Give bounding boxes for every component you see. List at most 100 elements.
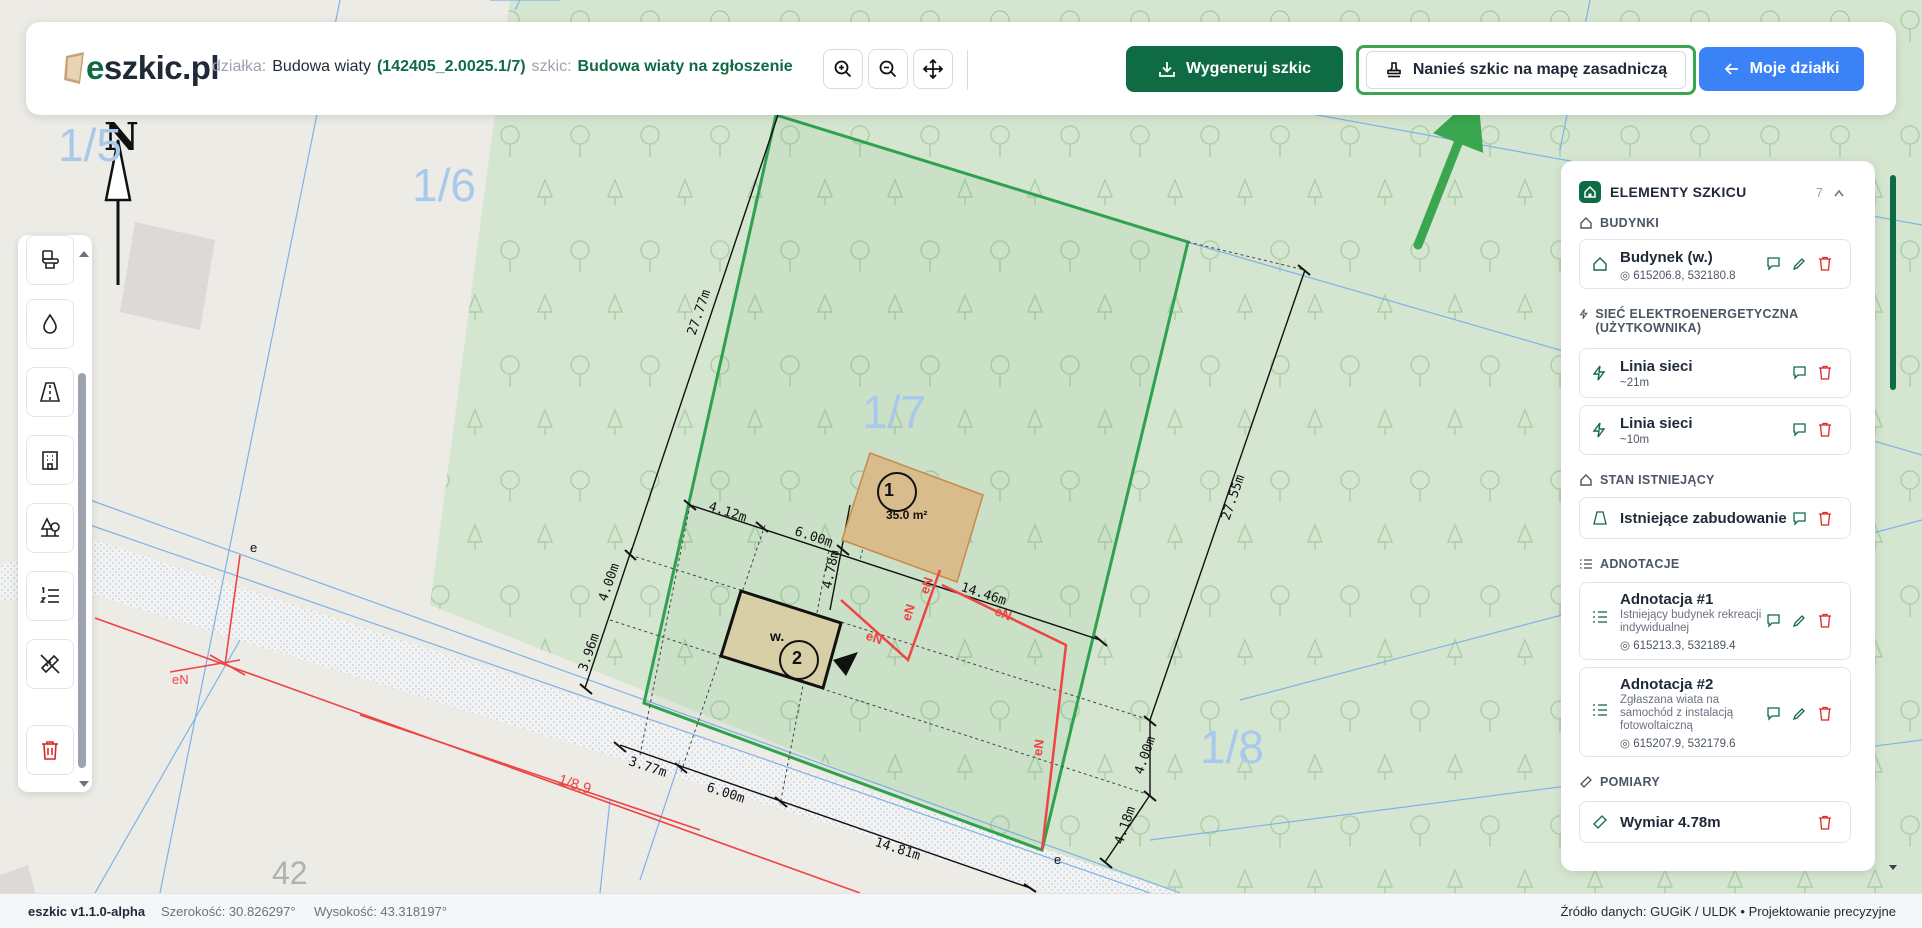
e-label: e [250,540,258,555]
sketch-label: szkic: [531,58,572,75]
background-building [120,222,215,330]
lightning-icon [1592,422,1606,443]
element-card-power-line[interactable]: Linia sieci ~21m [1579,348,1851,398]
delete-tool-button[interactable] [26,725,74,775]
element-title: Linia sieci [1620,415,1693,432]
scroll-up-icon[interactable] [78,245,90,263]
tool-scrollbar[interactable] [78,373,86,768]
section-annotations: ADNOTACJE [1579,557,1680,571]
tool-existing[interactable] [26,367,74,417]
en-label: eN [1029,738,1047,757]
logo-text: szkic.pl [103,49,220,86]
edit-icon[interactable] [1792,706,1808,722]
comment-icon[interactable] [1766,706,1782,722]
home-outline-icon [1580,474,1592,486]
tool-toilet[interactable] [26,235,74,285]
trash-icon[interactable] [1818,256,1834,272]
comment-icon[interactable] [1792,511,1808,527]
panel-header[interactable]: ELEMENTY SZKICU 7 [1579,179,1849,205]
element-title: Adnotacja #1 [1620,591,1714,608]
element-title: Adnotacja #2 [1620,676,1714,693]
tool-water[interactable] [26,299,74,349]
tool-palette [18,235,92,792]
element-card-building[interactable]: Budynek (w.) ◎ 615206.8, 532180.8 [1579,239,1851,289]
element-title: Budynek (w.) [1620,249,1713,266]
element-card-existing[interactable]: Istniejące zabudowanie [1579,497,1851,539]
panel-scrollbar[interactable] [1890,175,1896,390]
home-icon [1579,181,1601,203]
toolbar-separator [967,50,968,90]
panel-scroll-down-icon[interactable] [1888,858,1898,876]
element-card-power-line[interactable]: Linia sieci ~10m [1579,405,1851,455]
section-measurements: POMIARY [1579,775,1660,789]
edit-icon[interactable] [1792,613,1808,629]
data-source: Źródło danych: GUGiK / ULDK • Projektowa… [1560,903,1896,919]
element-title: Linia sieci [1620,358,1693,375]
apply-to-base-map-button[interactable]: Nanieś szkic na mapę zasadniczą [1356,45,1696,95]
trash-icon[interactable] [1818,613,1834,629]
parcel-label-1-7: 1/7 [862,386,926,438]
scroll-down-icon[interactable] [78,775,90,793]
trash-icon[interactable] [1818,511,1834,527]
element-coords: ◎ 615213.3, 532189.4 [1620,640,1736,652]
edit-icon[interactable] [1792,256,1808,272]
generate-sketch-button[interactable]: Wygeneruj szkic [1126,46,1343,92]
comment-icon[interactable] [1792,365,1808,381]
tool-trees[interactable] [26,503,74,553]
comment-icon[interactable] [1766,256,1782,272]
trash-icon[interactable] [1818,365,1834,381]
latitude-readout: Szerokość: 30.826297° [161,903,296,919]
trash-icon[interactable] [1818,706,1834,722]
building1-area: 35.0 m² [886,508,928,522]
numbered-list-icon [39,587,59,603]
arrow-left-icon [1724,63,1738,75]
building-icon [42,451,58,470]
trash-icon[interactable] [1818,815,1834,831]
generate-sketch-label: Wygeneruj szkic [1185,60,1312,77]
tool-building[interactable] [26,435,74,485]
home-outline-icon [1580,217,1592,229]
my-plots-button[interactable]: Moje działki [1699,47,1864,91]
en-label: eN [172,672,189,687]
lightning-icon [1579,309,1588,319]
logo-mark-icon [62,50,92,86]
comment-icon[interactable] [1792,422,1808,438]
trash-icon[interactable] [1818,422,1834,438]
section-power-network: SIEĆ ELEKTROENERGETYCZNA (UŻYTKOWNIKA) [1579,307,1839,335]
apply-to-base-map-label: Nanieś szkic na mapę zasadniczą [1412,61,1668,78]
breadcrumb: działka: Budowa wiaty (142405_2.0025.1/7… [212,58,793,76]
status-bar: eszkic v1.1.0-alpha Szerokość: 30.826297… [0,893,1922,928]
top-bar: eszkic.pl działka: Budowa wiaty (142405_… [26,22,1896,115]
tool-measure[interactable] [26,639,74,689]
e-label: e [1054,852,1062,867]
pan-button[interactable] [913,49,953,89]
logo[interactable]: eszkic.pl [62,48,220,88]
section-existing-state: STAN ISTNIEJĄCY [1579,473,1715,487]
zoom-in-icon [834,60,852,78]
element-count: 7 [1815,184,1823,200]
zoom-out-icon [879,60,897,78]
sketch-elements-panel: ELEMENTY SZKICU 7 BUDYNKI Budynek (w.) ◎… [1561,161,1875,871]
parcel-label-1-6: 1/6 [412,159,476,211]
plot-label: działka: [212,58,267,75]
building1-number: 1 [884,480,895,500]
comment-icon[interactable] [1766,613,1782,629]
water-drop-icon [43,313,57,334]
element-card-measurement[interactable]: Wymiar 4.78m [1579,801,1851,843]
element-coords: ◎ 615206.8, 532180.8 [1620,270,1736,282]
parcel-label-1-8: 1/8 [1200,721,1264,773]
element-card-annotation[interactable]: Adnotacja #1 Istniejący budynek rekreacj… [1579,582,1851,660]
ruler-pencil-icon [40,654,60,674]
tool-annotation[interactable] [26,571,74,621]
element-card-annotation[interactable]: Adnotacja #2 Zgłaszana wiata na samochód… [1579,667,1851,757]
parcel-label-1-5: 1/5 [58,119,122,171]
road-icon [1592,510,1608,531]
longitude-readout: Wysokość: 43.318197° [314,903,447,919]
list-icon [1592,702,1608,723]
plot-name: Budowa wiaty [272,58,371,75]
element-coords: ◎ 615207.9, 532179.6 [1620,738,1736,750]
chevron-up-icon[interactable] [1833,184,1845,202]
zoom-out-button[interactable] [868,49,908,89]
trash-icon [42,741,58,760]
zoom-in-button[interactable] [823,49,863,89]
